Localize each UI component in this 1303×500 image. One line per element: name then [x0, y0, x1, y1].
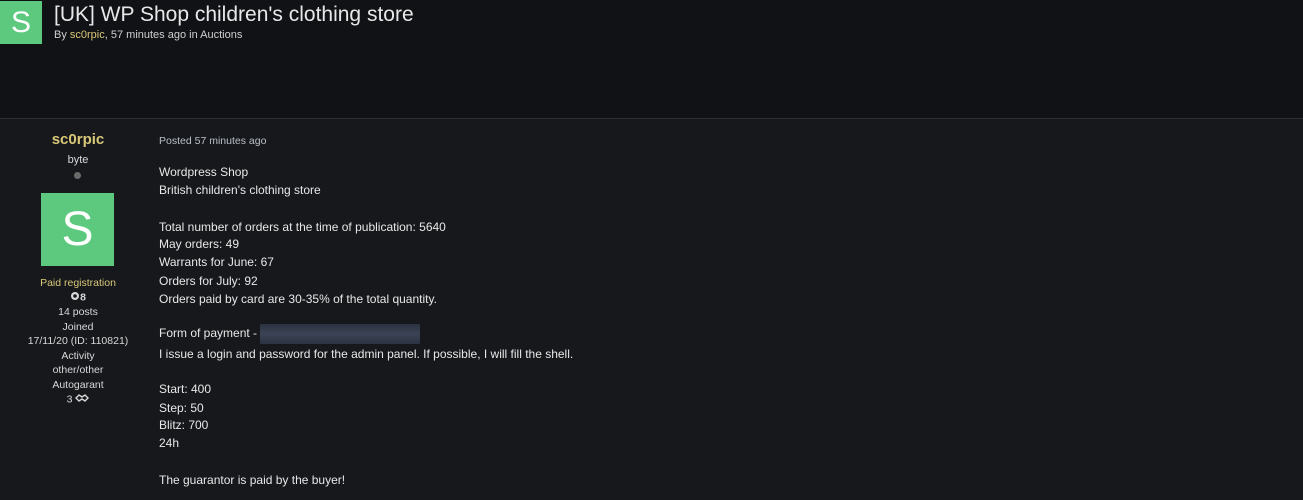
payment-label: Form of payment - — [159, 326, 261, 341]
payment-line: Form of payment - — [159, 324, 421, 344]
redacted-block — [260, 324, 421, 344]
post-line: British children's clothing store — [159, 183, 321, 197]
post-line: 24h — [159, 436, 180, 450]
post-line: Orders paid by card are 30-35% of the to… — [159, 292, 437, 306]
post-line: Wordpress Shop — [159, 165, 249, 179]
author-avatar[interactable]: S — [41, 193, 114, 266]
joined-value: 17/11/20 (ID: 110821) — [27, 335, 129, 347]
topic-header: S [UK] WP Shop children's clothing store… — [0, 0, 1303, 119]
author-rank: byte — [67, 154, 89, 166]
activity-label: Activity — [61, 350, 95, 362]
topic-meta: By sc0rpic, 57 minutes ago in Auctions — [54, 29, 242, 41]
joined-label: Joined — [62, 321, 94, 333]
medal-icon — [70, 291, 80, 304]
post-line: Step: 50 — [159, 401, 204, 415]
online-status-icon — [74, 172, 81, 179]
post-line: Blitz: 700 — [159, 418, 209, 432]
post-line: May orders: 49 — [159, 237, 240, 251]
reputation-count: 8 — [80, 291, 86, 304]
post-line: I issue a login and password for the adm… — [159, 347, 574, 361]
meta-author-link[interactable]: sc0rpic — [70, 29, 105, 41]
header-avatar[interactable]: S — [0, 1, 42, 44]
post-line: Start: 400 — [159, 382, 212, 396]
post-line: Warrants for June: 67 — [159, 255, 274, 269]
post-timestamp[interactable]: Posted 57 minutes ago — [159, 135, 266, 147]
handshake-icon — [75, 393, 90, 406]
author-group: Paid registration — [40, 277, 116, 289]
autogarant-count: 3 — [66, 393, 73, 406]
author-name-link[interactable]: sc0rpic — [0, 131, 156, 148]
autogarant-row: 3 — [0, 393, 156, 406]
author-panel: sc0rpic byte S Paid registration 8 14 po… — [0, 118, 156, 500]
post-line: The guarantor is paid by the buyer! — [159, 473, 346, 487]
meta-by: By — [54, 29, 70, 41]
author-posts[interactable]: 14 posts — [0, 306, 156, 318]
meta-rest: , 57 minutes ago in Auctions — [104, 29, 243, 41]
post-line: Orders for July: 92 — [159, 274, 258, 288]
post-line: Total number of orders at the time of pu… — [159, 220, 446, 234]
topic-title: [UK] WP Shop children's clothing store — [54, 3, 414, 26]
autogarant-label: Autogarant — [52, 379, 104, 391]
activity-value: other/other — [52, 364, 104, 376]
author-reputation: 8 — [0, 291, 156, 304]
